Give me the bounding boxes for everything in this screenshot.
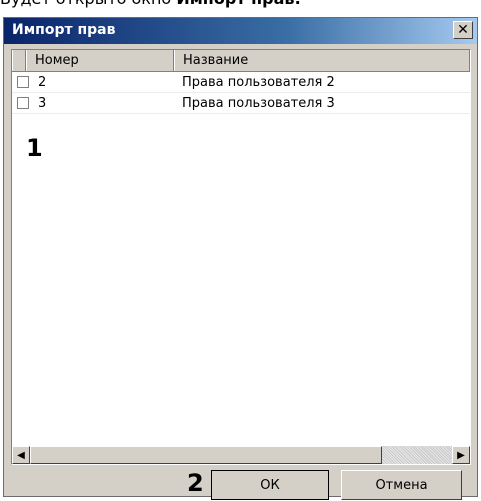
table-row[interactable]: 2 Права пользователя 2 bbox=[12, 72, 470, 93]
annotation-marker-buttons: 2 bbox=[187, 469, 204, 497]
close-icon: ✕ bbox=[457, 22, 469, 38]
row-number: 3 bbox=[38, 96, 47, 111]
import-rights-dialog: Импорт прав ✕ Номер Название 2 Права пол… bbox=[3, 17, 478, 500]
row-checkbox[interactable] bbox=[17, 97, 29, 109]
right-arrow-icon: ▶ bbox=[457, 449, 465, 461]
header-checkbox-column bbox=[12, 50, 26, 71]
caption-prefix: Будет открыто окно bbox=[0, 0, 176, 8]
title-bar[interactable]: Импорт прав ✕ bbox=[4, 18, 477, 44]
cancel-button[interactable]: Отмена bbox=[341, 470, 462, 500]
rights-list[interactable]: Номер Название 2 Права пользователя 2 3 … bbox=[11, 49, 471, 465]
caption-text: Будет открыто окно Импорт прав: bbox=[0, 0, 481, 9]
horizontal-scrollbar[interactable]: ◀ ▶ bbox=[12, 446, 470, 464]
dialog-title: Импорт прав bbox=[12, 22, 116, 38]
ok-button[interactable]: ОК bbox=[211, 470, 329, 500]
scroll-thumb[interactable] bbox=[30, 446, 382, 464]
annotation-marker-list: 1 bbox=[26, 134, 43, 162]
caption-bold: Импорт прав: bbox=[176, 0, 301, 8]
row-name: Права пользователя 3 bbox=[182, 96, 335, 111]
left-arrow-icon: ◀ bbox=[17, 449, 25, 461]
close-button[interactable]: ✕ bbox=[453, 21, 473, 39]
row-name: Права пользователя 2 bbox=[182, 75, 335, 90]
scroll-right-button[interactable]: ▶ bbox=[452, 446, 470, 464]
scroll-left-button[interactable]: ◀ bbox=[12, 446, 30, 464]
list-header: Номер Название bbox=[12, 50, 470, 72]
row-checkbox[interactable] bbox=[17, 76, 29, 88]
scroll-track[interactable] bbox=[382, 446, 452, 464]
column-header-name[interactable]: Название bbox=[174, 50, 470, 71]
row-number: 2 bbox=[38, 75, 47, 90]
table-row[interactable]: 3 Права пользователя 3 bbox=[12, 93, 470, 114]
column-header-number[interactable]: Номер bbox=[26, 50, 174, 71]
